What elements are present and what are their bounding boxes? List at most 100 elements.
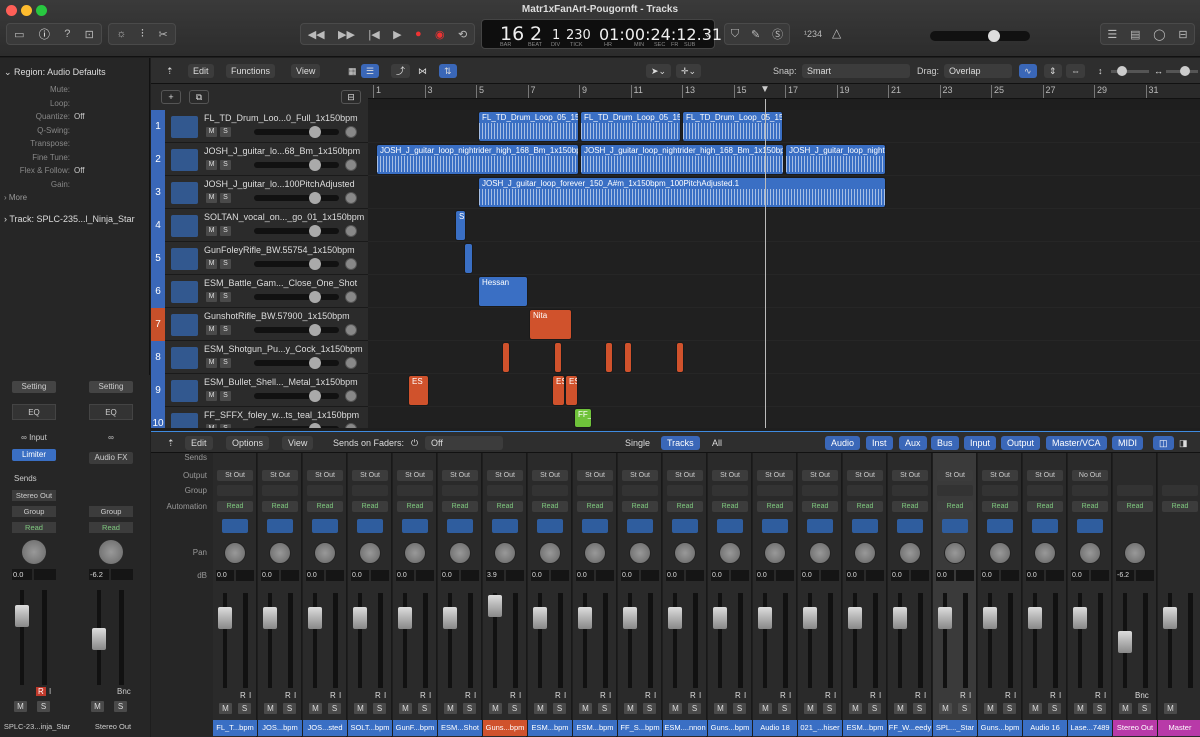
global-tracks-icon[interactable]: ⊟ — [341, 90, 361, 104]
inspector-param-row[interactable]: Loop: — [0, 99, 150, 112]
bar-ruler[interactable]: 1 3 5 7 9 11 13 15 17 19 21 23 25 27 29 31 ▼ — [368, 84, 1200, 99]
lcd-display[interactable]: 16 2 1 230 01:00:24:12.31 BAR BEAT DIV T… — [481, 19, 722, 49]
track-volume-slider[interactable] — [254, 390, 339, 402]
input-monitor-button[interactable]: I — [654, 691, 656, 700]
fader-cap[interactable] — [848, 607, 862, 629]
solo-icon[interactable]: ✎ — [751, 28, 760, 41]
pan-knob[interactable] — [99, 540, 123, 564]
narrow-strips-icon[interactable]: ◨ — [1173, 436, 1194, 450]
pan-knob[interactable] — [539, 542, 561, 564]
track-lane[interactable] — [368, 308, 1200, 341]
edit-menu[interactable]: Edit — [188, 64, 214, 78]
pan-knob[interactable] — [899, 542, 921, 564]
mute-button[interactable]: M — [849, 703, 862, 714]
automation-mode[interactable]: Read — [262, 501, 298, 512]
region[interactable]: JOSH_J_guitar_loop_nightr — [785, 144, 886, 175]
mute-button[interactable]: M — [206, 259, 217, 269]
stereo-out-output[interactable]: Stereo Out — [12, 490, 56, 501]
pan-knob[interactable] — [345, 159, 357, 171]
metronome-icon[interactable]: Ⓢ — [772, 26, 783, 42]
all-tab[interactable]: All — [706, 436, 728, 450]
output-slot[interactable]: St Out — [442, 470, 478, 481]
solo-button[interactable]: S — [643, 703, 656, 714]
functions-menu[interactable]: Functions — [226, 64, 276, 78]
region[interactable]: FL_TD_Drum_Loop_05_150 — [478, 111, 579, 142]
pan-knob[interactable] — [345, 291, 357, 303]
track-volume-slider[interactable] — [254, 423, 339, 428]
toolbar-icon[interactable]: ⊡ — [85, 28, 94, 41]
automation-mode[interactable]: Read — [487, 501, 523, 512]
strip-name[interactable]: Guns...bpm — [708, 720, 752, 736]
automation-mode[interactable]: Read — [757, 501, 793, 512]
input-monitor-button[interactable]: I — [519, 691, 521, 700]
output-slot[interactable]: St Out — [667, 470, 703, 481]
solo-button[interactable]: S — [553, 703, 566, 714]
mute-button[interactable]: M — [894, 703, 907, 714]
group-slot[interactable] — [892, 485, 928, 496]
solo-button[interactable]: S — [688, 703, 701, 714]
pan-knob[interactable] — [345, 357, 357, 369]
strip-name[interactable]: JOS...sted — [303, 720, 347, 736]
region[interactable] — [605, 342, 613, 373]
record-enable-button[interactable]: R — [240, 691, 246, 700]
pan-knob[interactable] — [719, 542, 741, 564]
solo-button[interactable]: S — [508, 703, 521, 714]
group-slot[interactable] — [712, 485, 748, 496]
filter-master-vca[interactable]: Master/VCA — [1046, 436, 1107, 450]
volume-knob[interactable] — [309, 423, 321, 428]
pan-knob[interactable] — [345, 324, 357, 336]
playhead-marker-icon[interactable]: ▼ — [760, 84, 770, 95]
group-slot[interactable] — [262, 485, 298, 496]
volume-fader[interactable] — [803, 593, 817, 688]
chevron-down-icon[interactable]: ⌄ — [704, 29, 712, 40]
cycle-icon[interactable]: ⟲ — [458, 28, 467, 41]
volume-fader[interactable] — [938, 593, 952, 688]
volume-fader[interactable] — [893, 593, 907, 688]
param-value[interactable]: Off — [74, 166, 85, 175]
filter-aux[interactable]: Aux — [899, 436, 927, 450]
group-slot[interactable] — [1162, 485, 1198, 496]
solo-button[interactable]: S — [373, 703, 386, 714]
horizontal-zoom-slider[interactable] — [1166, 66, 1198, 76]
setting-button[interactable]: Setting — [89, 381, 133, 393]
inspector-param-row[interactable]: Q-Swing: — [0, 126, 150, 139]
pan-knob[interactable] — [854, 542, 876, 564]
filter-inst[interactable]: Inst — [866, 436, 893, 450]
editors-icon[interactable]: ✂ — [158, 28, 167, 41]
input-monitor-button[interactable]: I — [474, 691, 476, 700]
input-monitor-button[interactable]: I — [744, 691, 746, 700]
inspector-param-row[interactable]: Transpose: — [0, 139, 150, 152]
output-slot[interactable]: St Out — [712, 470, 748, 481]
filter-audio[interactable]: Audio — [825, 436, 861, 450]
arrange-area[interactable]: FL_TD_Drum_Loop_05_150 FL_TD_Drum_Loop_0… — [368, 110, 1200, 440]
volume-knob[interactable] — [309, 159, 321, 171]
automation-mode[interactable]: Read — [352, 501, 388, 512]
volume-fader[interactable] — [578, 593, 592, 688]
track-volume-slider[interactable] — [254, 258, 339, 270]
fader-cap[interactable] — [1073, 607, 1087, 629]
group-slot[interactable] — [667, 485, 703, 496]
record-enable-button[interactable]: R — [690, 691, 696, 700]
track-volume-slider[interactable] — [254, 159, 339, 171]
power-icon[interactable]: ⏻ — [405, 436, 424, 450]
input-monitor-button[interactable]: I — [879, 691, 881, 700]
record-enable-button[interactable]: R — [510, 691, 516, 700]
slider-knob[interactable] — [1117, 66, 1127, 76]
secondary-tool-icon[interactable]: ✛⌄ — [676, 64, 702, 78]
slider-knob[interactable] — [1180, 66, 1190, 76]
mixer-view-menu[interactable]: View — [282, 436, 314, 450]
rewind-icon[interactable]: ◀◀ — [308, 28, 325, 41]
mute-button[interactable]: M — [759, 703, 772, 714]
more-disclosure[interactable]: › More — [4, 193, 27, 202]
pan-knob[interactable] — [764, 542, 786, 564]
region[interactable] — [554, 342, 562, 373]
input-monitor-button[interactable]: I — [699, 691, 701, 700]
solo-button[interactable]: S — [778, 703, 791, 714]
output-slot[interactable]: St Out — [307, 470, 343, 481]
output-slot[interactable]: St Out — [982, 470, 1018, 481]
fader-cap[interactable] — [578, 607, 592, 629]
solo-button[interactable]: S — [868, 703, 881, 714]
mute-button[interactable]: M — [1164, 703, 1177, 714]
inspector-param-row[interactable]: Mute: — [0, 85, 150, 98]
pan-knob[interactable] — [269, 542, 291, 564]
